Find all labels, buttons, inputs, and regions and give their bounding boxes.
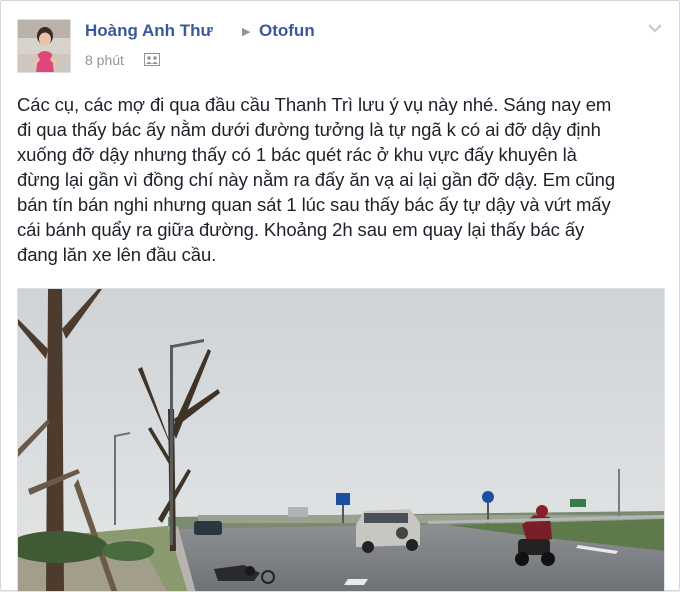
post-card: Hoàng Anh Thư ▶ Otofun 8 phút Các cụ, cá… — [0, 0, 680, 592]
author-name[interactable]: Hoàng Anh Thư — [85, 21, 213, 41]
post-photo[interactable] — [17, 288, 665, 592]
group-name[interactable]: Otofun — [259, 21, 315, 41]
shared-to-arrow-icon: ▶ — [242, 26, 251, 38]
group-privacy-icon[interactable] — [144, 53, 160, 66]
post-text: Các cụ, các mợ đi qua đầu cầu Thanh Trì … — [17, 94, 616, 265]
avatar[interactable] — [17, 19, 71, 73]
post-timestamp[interactable]: 8 phút — [85, 52, 124, 68]
chevron-down-icon[interactable] — [647, 21, 663, 33]
